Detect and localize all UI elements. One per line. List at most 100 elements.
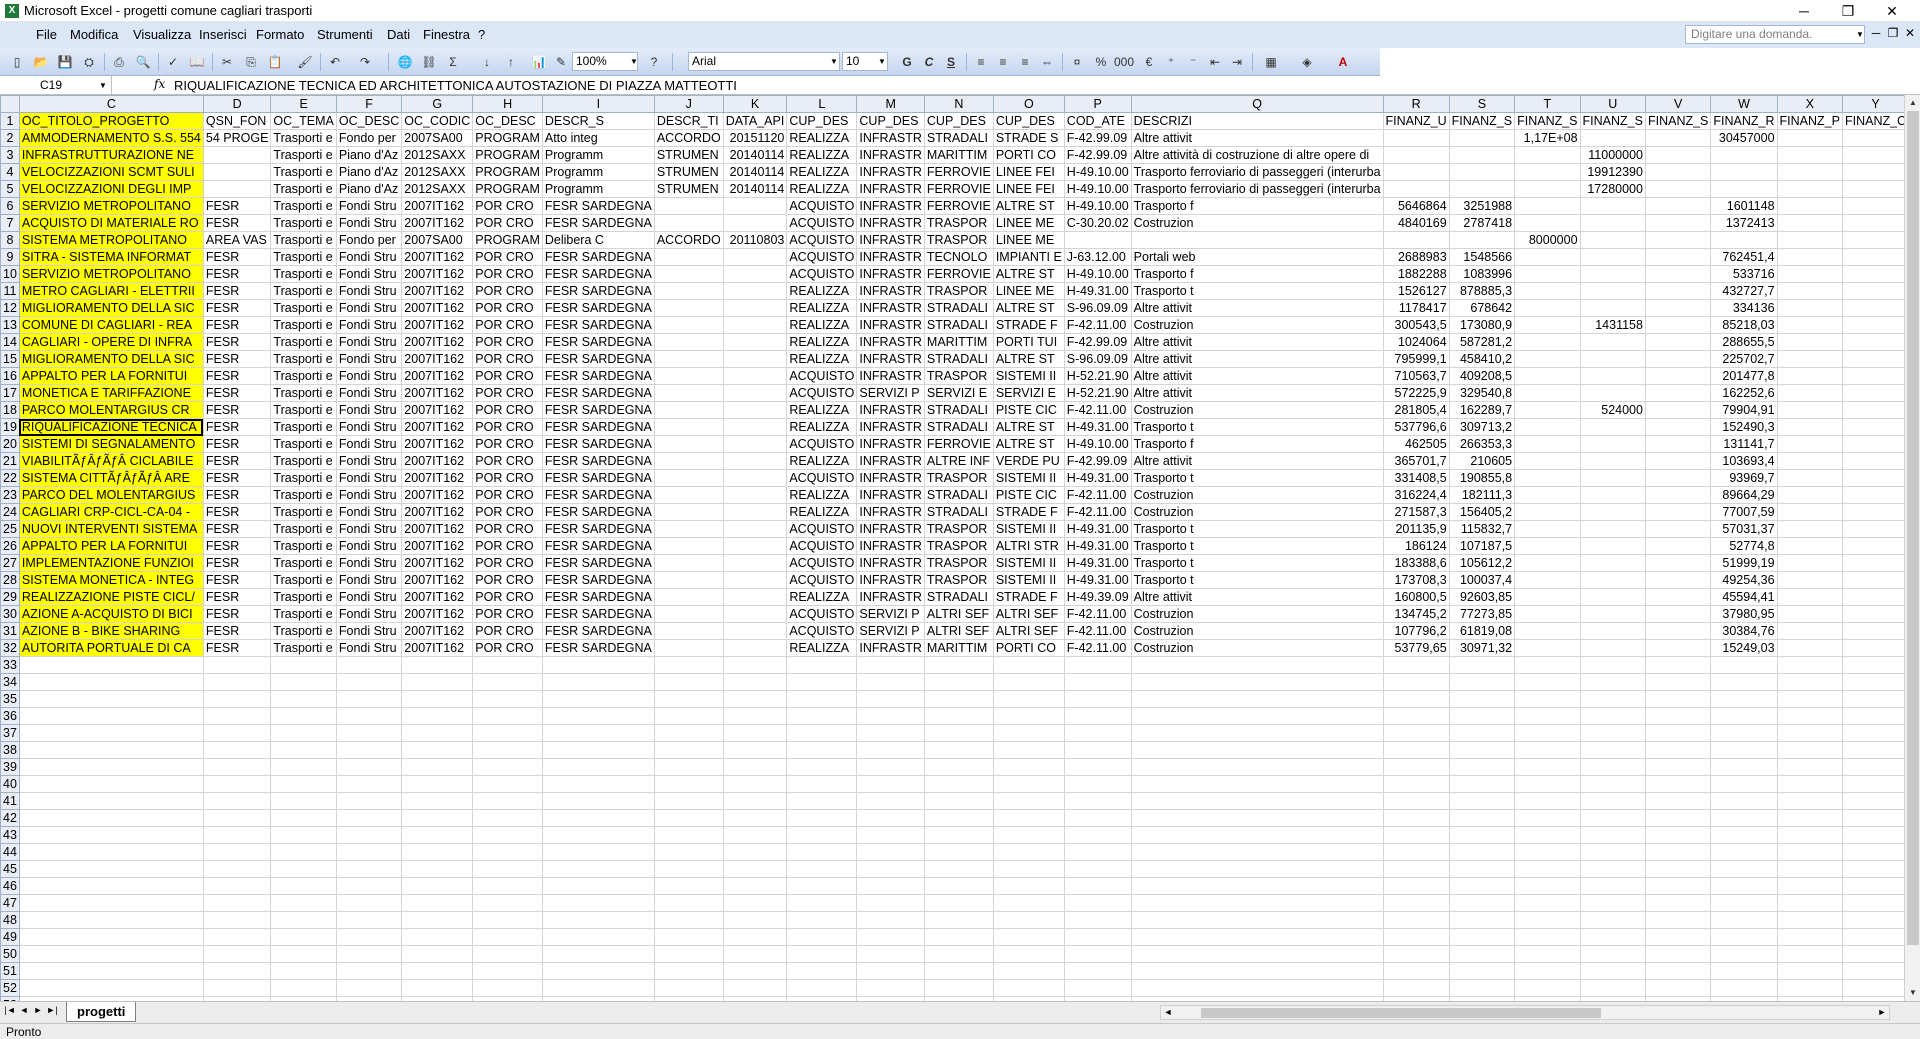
empty-cell[interactable] xyxy=(653,843,724,861)
cell-D12[interactable]: FESR xyxy=(202,299,272,317)
empty-cell[interactable] xyxy=(653,962,724,980)
cell-X32[interactable] xyxy=(1776,639,1843,657)
cell-Y7[interactable] xyxy=(1841,214,1904,232)
cell-F27[interactable]: Fondi Stru xyxy=(335,554,403,572)
cell-K23[interactable] xyxy=(722,486,788,504)
cell-O13[interactable]: STRADE F xyxy=(992,316,1065,334)
empty-cell[interactable] xyxy=(992,809,1065,827)
cell-X17[interactable] xyxy=(1776,384,1843,402)
empty-cell[interactable] xyxy=(1776,826,1843,844)
cell-E31[interactable]: Trasporti e xyxy=(270,622,337,640)
empty-cell[interactable] xyxy=(856,962,925,980)
empty-cell[interactable] xyxy=(1130,979,1384,997)
percent-icon[interactable]: % xyxy=(1092,53,1110,71)
cell-L1[interactable]: CUP_DES xyxy=(786,112,858,130)
cell-P2[interactable]: F-42.99.09 xyxy=(1063,129,1132,147)
cell-G24[interactable]: 2007IT162 xyxy=(401,503,474,521)
empty-cell[interactable] xyxy=(1710,775,1778,793)
cell-I18[interactable]: FESR SARDEGNA xyxy=(541,401,655,419)
cell-P32[interactable]: F-42.11.00 xyxy=(1063,639,1132,657)
empty-cell[interactable] xyxy=(1776,894,1843,912)
cell-P11[interactable]: H-49.31.00 xyxy=(1063,282,1132,300)
empty-cell[interactable] xyxy=(1514,928,1581,946)
empty-cell[interactable] xyxy=(856,792,925,810)
empty-cell[interactable] xyxy=(335,962,403,980)
empty-cell[interactable] xyxy=(786,894,858,912)
cell-S19[interactable]: 309713,2 xyxy=(1448,418,1516,436)
cell-O6[interactable]: ALTRE ST xyxy=(992,197,1065,215)
empty-cell[interactable] xyxy=(786,707,858,725)
cell-C24[interactable]: CAGLIARI CRP-CICL-CA-04 - xyxy=(18,503,204,521)
cell-P12[interactable]: S-96.09.09 xyxy=(1063,299,1132,317)
cell-R19[interactable]: 537796,6 xyxy=(1382,418,1450,436)
redo-icon[interactable]: ↷ xyxy=(356,53,374,71)
empty-cell[interactable] xyxy=(401,843,474,861)
cell-I27[interactable]: FESR SARDEGNA xyxy=(541,554,655,572)
empty-cell[interactable] xyxy=(1841,860,1904,878)
spelling-icon[interactable]: ✓ xyxy=(164,53,182,71)
cell-M14[interactable]: INFRASTR xyxy=(856,333,925,351)
scroll-right-icon[interactable]: ► xyxy=(1875,1006,1889,1019)
cell-S5[interactable] xyxy=(1448,180,1516,198)
cell-E21[interactable]: Trasporti e xyxy=(270,452,337,470)
row-header[interactable]: 9 xyxy=(0,248,20,266)
empty-cell[interactable] xyxy=(923,741,994,759)
cell-E24[interactable]: Trasporti e xyxy=(270,503,337,521)
cell-Q16[interactable]: Altre attivit xyxy=(1130,367,1384,385)
cell-P20[interactable]: H-49.10.00 xyxy=(1063,435,1132,453)
empty-cell[interactable] xyxy=(1710,928,1778,946)
cell-X10[interactable] xyxy=(1776,265,1843,283)
row-header[interactable]: 14 xyxy=(0,333,20,351)
cell-X3[interactable] xyxy=(1776,146,1843,164)
cell-K30[interactable] xyxy=(722,605,788,623)
row-header[interactable]: 18 xyxy=(0,401,20,419)
empty-cell[interactable] xyxy=(1644,860,1712,878)
cell-F24[interactable]: Fondi Stru xyxy=(335,503,403,521)
cell-V21[interactable] xyxy=(1644,452,1712,470)
cell-S12[interactable]: 678642 xyxy=(1448,299,1516,317)
cell-M26[interactable]: INFRASTR xyxy=(856,537,925,555)
cell-F11[interactable]: Fondi Stru xyxy=(335,282,403,300)
restore-button[interactable]: ❐ xyxy=(1826,0,1870,22)
cell-I28[interactable]: FESR SARDEGNA xyxy=(541,571,655,589)
cell-T8[interactable]: 8000000 xyxy=(1514,231,1581,249)
empty-cell[interactable] xyxy=(1063,911,1132,929)
cell-Q5[interactable]: Trasporto ferroviario di passeggeri (int… xyxy=(1130,180,1384,198)
cell-Y5[interactable] xyxy=(1841,180,1904,198)
empty-cell[interactable] xyxy=(1710,758,1778,776)
row-header[interactable]: 11 xyxy=(0,282,20,300)
empty-cell[interactable] xyxy=(1841,707,1904,725)
empty-cell[interactable] xyxy=(1063,809,1132,827)
chevron-down-icon[interactable]: ▼ xyxy=(628,52,640,71)
cell-K13[interactable] xyxy=(722,316,788,334)
cell-W20[interactable]: 131141,7 xyxy=(1710,435,1778,453)
empty-cell[interactable] xyxy=(1579,775,1646,793)
cell-N4[interactable]: FERROVIE xyxy=(923,163,994,181)
cell-U15[interactable] xyxy=(1579,350,1646,368)
empty-cell[interactable] xyxy=(722,775,788,793)
cell-U25[interactable] xyxy=(1579,520,1646,538)
cell-E12[interactable]: Trasporti e xyxy=(270,299,337,317)
cell-Y4[interactable] xyxy=(1841,163,1904,181)
cell-N5[interactable]: FERROVIE xyxy=(923,180,994,198)
empty-cell[interactable] xyxy=(1514,741,1581,759)
print-preview-icon[interactable]: 🔍 xyxy=(134,53,152,71)
scroll-up-icon[interactable]: ▲ xyxy=(1905,95,1920,111)
empty-cell[interactable] xyxy=(270,894,337,912)
cell-L6[interactable]: ACQUISTO xyxy=(786,197,858,215)
empty-cell[interactable] xyxy=(1644,656,1712,674)
empty-cell[interactable] xyxy=(1382,707,1450,725)
cell-V2[interactable] xyxy=(1644,129,1712,147)
cell-H12[interactable]: POR CRO xyxy=(472,299,543,317)
cell-D2[interactable]: 54 PROGE xyxy=(202,129,272,147)
empty-cell[interactable] xyxy=(786,962,858,980)
cell-I21[interactable]: FESR SARDEGNA xyxy=(541,452,655,470)
cell-X1[interactable]: FINANZ_P xyxy=(1776,112,1843,130)
cell-Q18[interactable]: Costruzion xyxy=(1130,401,1384,419)
empty-cell[interactable] xyxy=(1644,979,1712,997)
cell-X24[interactable] xyxy=(1776,503,1843,521)
cell-E10[interactable]: Trasporti e xyxy=(270,265,337,283)
empty-cell[interactable] xyxy=(923,877,994,895)
cell-X11[interactable] xyxy=(1776,282,1843,300)
empty-cell[interactable] xyxy=(786,690,858,708)
